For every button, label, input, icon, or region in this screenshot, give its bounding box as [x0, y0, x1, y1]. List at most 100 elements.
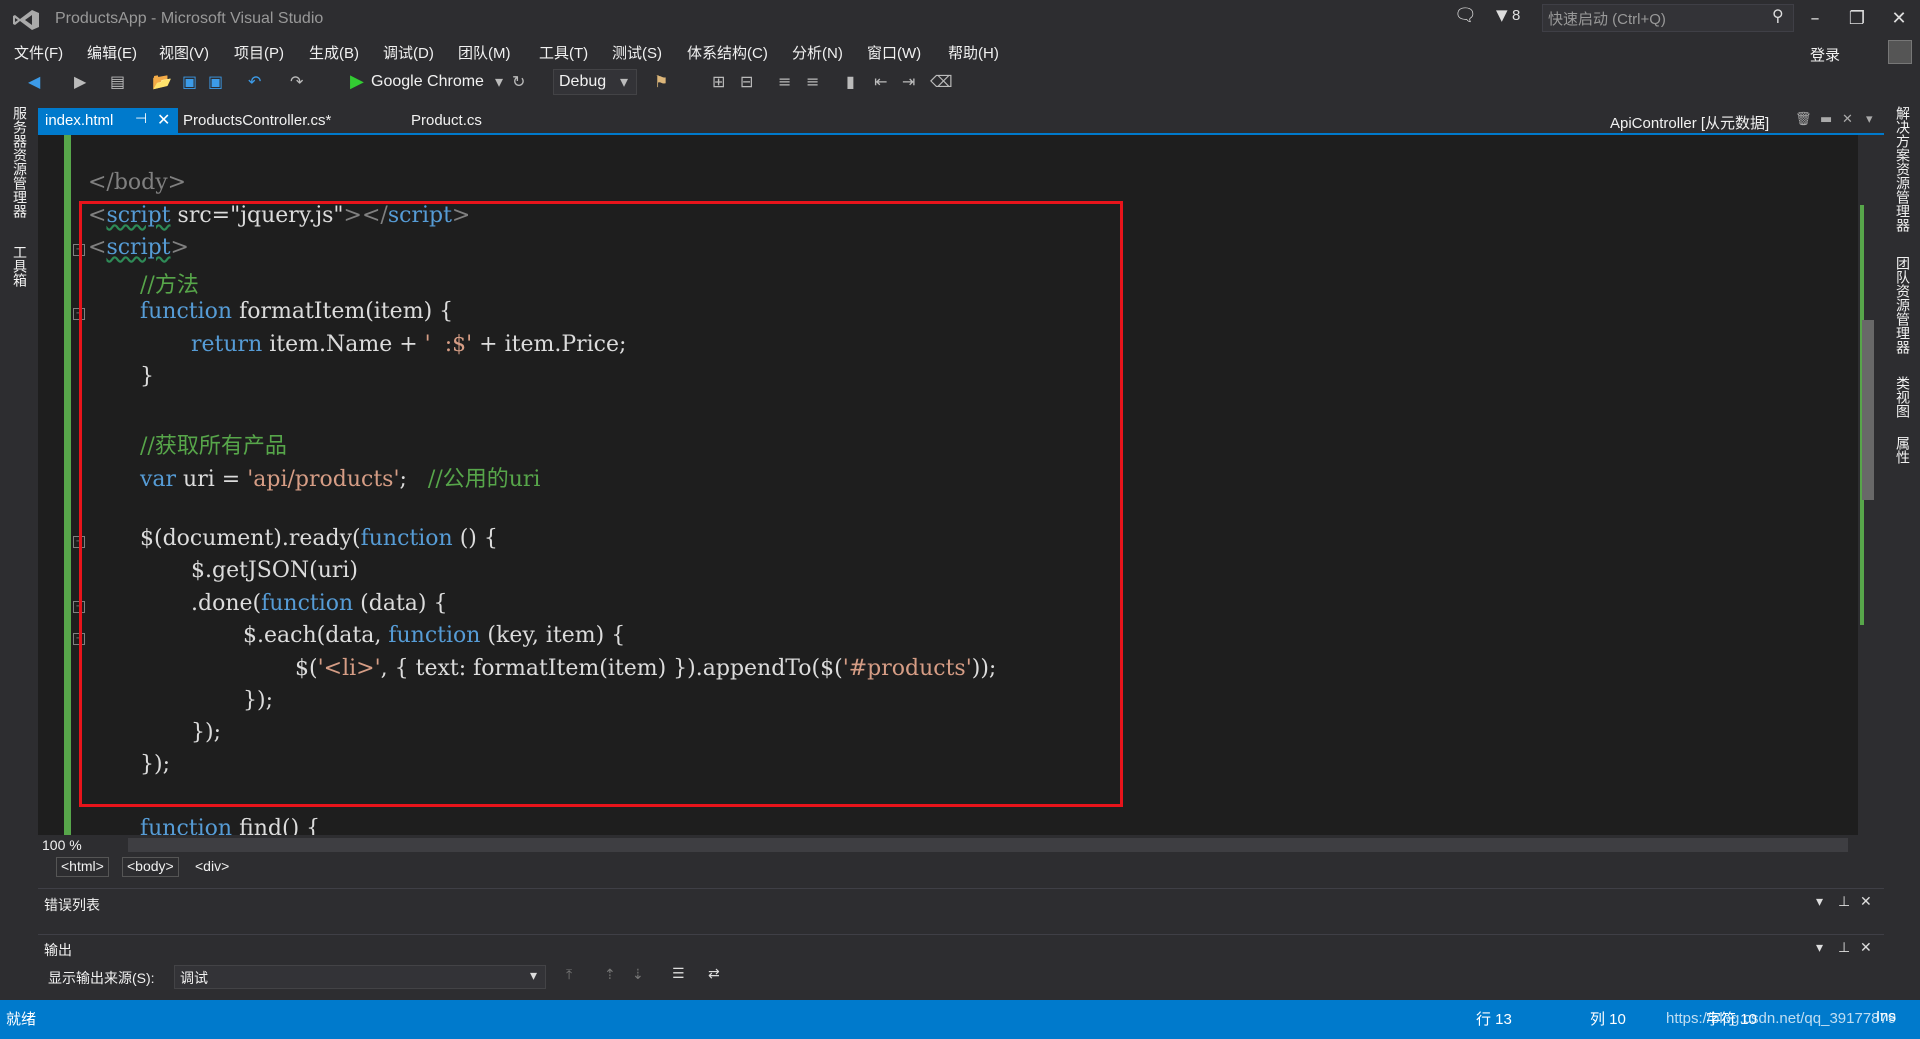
open-file-icon[interactable]: 📂 — [152, 72, 172, 91]
back-icon[interactable]: ◀ — [28, 72, 40, 91]
output-source-value: 调试 — [180, 970, 208, 986]
left-sidebar — [0, 100, 34, 1000]
close-icon[interactable]: ✕ — [1842, 112, 1853, 127]
login-link[interactable]: 登录 — [1810, 44, 1840, 65]
menu-edit[interactable]: 编辑(E) — [87, 42, 137, 63]
menu-team[interactable]: 团队(M) — [458, 42, 511, 63]
feedback-icon[interactable]: 🗨 — [1454, 5, 1477, 26]
prev-bookmark-icon[interactable]: ⇤ — [874, 72, 887, 91]
search-icon[interactable]: ⚲ — [1772, 6, 1784, 25]
toggle-comment-icon[interactable]: ⊟ — [740, 72, 753, 91]
properties-tab[interactable]: 属性 — [1892, 436, 1912, 464]
tab-product-cs[interactable]: Product.cs — [411, 112, 482, 129]
tab-products-controller[interactable]: ProductsController.cs* — [183, 112, 331, 129]
keep-open-icon[interactable]: 🗑 — [1795, 112, 1812, 127]
error-list-panel — [38, 888, 1884, 921]
tab-label[interactable]: index.html — [45, 112, 113, 129]
toolbox-tab[interactable]: 工具箱 — [9, 245, 29, 287]
run-target-button[interactable]: Google Chrome — [371, 73, 484, 91]
class-view-tab[interactable]: 类视图 — [1892, 376, 1912, 418]
prev-message-icon[interactable]: ⇡ — [604, 967, 616, 983]
watermark: https://blog.csdn.net/qq_39177879 — [1666, 1010, 1897, 1027]
save-icon[interactable]: ▣ — [182, 72, 197, 91]
menu-debug[interactable]: 调试(D) — [383, 42, 434, 63]
breadcrumb-div[interactable]: <div> — [190, 857, 234, 877]
undo-icon[interactable]: ↶ — [248, 72, 261, 91]
breadcrumb-body[interactable]: <body> — [122, 857, 179, 877]
menu-window[interactable]: 窗口(W) — [867, 42, 921, 63]
refresh-icon[interactable]: ↻ — [512, 72, 525, 91]
find-in-files-icon[interactable]: ⚑ — [654, 72, 668, 91]
team-explorer-tab[interactable]: 团队资源管理器 — [1892, 256, 1912, 354]
breadcrumb — [38, 855, 1884, 879]
menu-help[interactable]: 帮助(H) — [948, 42, 999, 63]
close-window-button[interactable]: ✕ — [1879, 5, 1919, 33]
save-all-icon[interactable]: ▣ — [208, 72, 223, 91]
panel-dropdown-icon[interactable]: ▾ — [1816, 894, 1823, 910]
chevron-down-icon[interactable]: ▾ — [530, 968, 537, 984]
minimize-button[interactable]: – — [1795, 5, 1835, 33]
word-wrap-icon[interactable]: ⇄ — [708, 966, 720, 982]
redo-icon[interactable]: ↷ — [290, 72, 303, 91]
code-token: find() { — [232, 816, 321, 835]
clear-all-icon[interactable]: ☰ — [672, 966, 685, 982]
status-bar — [0, 1000, 1920, 1039]
clear-bookmarks-icon[interactable]: ⌫ — [930, 72, 953, 91]
solution-explorer-tab[interactable]: 解决方案资源管理器 — [1892, 106, 1912, 232]
run-target-dropdown-icon[interactable]: ▾ — [495, 72, 503, 91]
bookmark-icon[interactable]: ▮ — [846, 72, 855, 91]
next-bookmark-icon[interactable]: ⇥ — [902, 72, 915, 91]
pin-icon[interactable]: ⊥ — [1838, 894, 1850, 910]
chevron-down-icon[interactable]: ▾ — [620, 72, 628, 91]
restore-button[interactable]: ❐ — [1837, 5, 1877, 33]
visual-studio-logo-icon — [13, 10, 39, 30]
pin-icon[interactable]: ▬ — [1820, 112, 1832, 127]
code-token: function — [140, 816, 233, 835]
output-title[interactable]: 输出 — [44, 940, 72, 960]
new-project-icon[interactable]: ▤ — [110, 72, 125, 91]
menu-architecture[interactable]: 体系结构(C) — [687, 42, 768, 63]
next-message-icon[interactable]: ⇣ — [632, 967, 644, 983]
breadcrumb-html[interactable]: <html> — [56, 857, 109, 877]
menu-analyze[interactable]: 分析(N) — [792, 42, 843, 63]
server-explorer-tab[interactable]: 服务器资源管理器 — [9, 106, 29, 218]
find-message-icon[interactable]: ⤒ — [566, 967, 572, 983]
outdent-icon[interactable]: ≡ — [806, 72, 819, 91]
status-line: 行 13 — [1476, 1011, 1512, 1028]
toolbar — [0, 66, 1920, 100]
avatar[interactable] — [1888, 40, 1912, 64]
horizontal-scrollbar[interactable] — [128, 838, 1848, 852]
menu-test[interactable]: 测试(S) — [612, 42, 662, 63]
menu-project[interactable]: 项目(P) — [234, 42, 284, 63]
notification-count[interactable]: 8 — [1512, 7, 1520, 24]
close-icon[interactable]: ✕ — [1860, 894, 1872, 910]
close-icon[interactable]: ✕ — [157, 110, 170, 129]
menu-view[interactable]: 视图(V) — [159, 42, 209, 63]
menu-file[interactable]: 文件(F) — [14, 42, 63, 63]
menu-build[interactable]: 生成(B) — [309, 42, 359, 63]
panel-dropdown-icon[interactable]: ▾ — [1816, 940, 1823, 956]
tab-list-dropdown-icon[interactable]: ▾ — [1866, 112, 1873, 127]
menu-tools[interactable]: 工具(T) — [539, 42, 588, 63]
change-tracking-bar — [64, 135, 71, 835]
zoom-select[interactable]: 100 % — [42, 837, 82, 853]
status-ready: 就绪 — [6, 1011, 37, 1028]
tab-preview-api-controller[interactable]: ApiController [从元数据] — [1610, 112, 1769, 133]
error-list-title[interactable]: 错误列表 — [44, 895, 100, 915]
configuration-value: Debug — [559, 73, 607, 90]
solution-config-icon[interactable]: ⊞ — [712, 72, 725, 91]
pin-icon[interactable]: ⊥ — [1838, 940, 1850, 956]
forward-icon[interactable]: ▶ — [74, 72, 86, 91]
window-title: ProductsApp - Microsoft Visual Studio — [55, 10, 324, 27]
indent-icon[interactable]: ≡ — [778, 72, 791, 91]
notification-flag-icon[interactable]: ▼ — [1496, 6, 1508, 24]
pin-icon[interactable]: ⊣ — [135, 111, 147, 127]
code-line: function find() { — [140, 816, 320, 835]
status-column: 列 10 — [1590, 1011, 1626, 1028]
right-sidebar — [1884, 100, 1920, 1000]
start-debugging-icon[interactable]: ▶ — [350, 71, 364, 92]
output-source-select[interactable] — [174, 965, 546, 989]
code-token: </body> — [88, 170, 187, 195]
scrollbar-thumb[interactable] — [1862, 320, 1874, 500]
close-icon[interactable]: ✕ — [1860, 940, 1872, 956]
